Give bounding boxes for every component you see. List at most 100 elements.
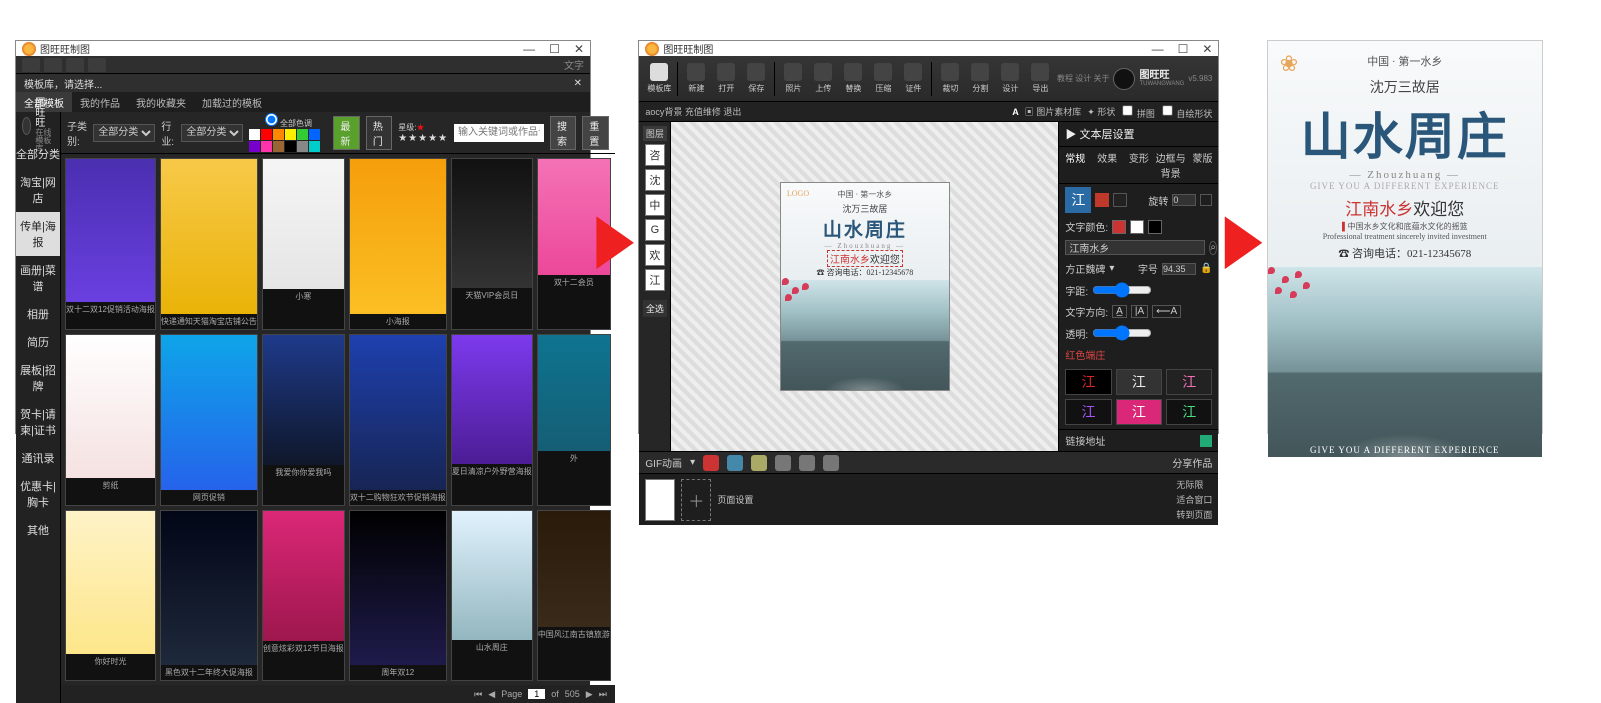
props-tab[interactable]: 边框与背景 (1155, 147, 1187, 183)
color-swatch[interactable] (249, 129, 260, 140)
ribbon-open-button[interactable]: 打开 (712, 63, 740, 94)
library-tab[interactable]: 我的作品 (72, 92, 128, 112)
pager-next-icon[interactable]: ▶ (586, 689, 593, 700)
text-value-input[interactable] (1065, 240, 1205, 255)
minimize-icon[interactable]: — (1152, 42, 1164, 56)
window2-titlebar[interactable]: 图旺旺制图 — ☐ ✕ (639, 41, 1218, 56)
ribbon-pick-button[interactable]: 分割 (966, 63, 994, 94)
lock-icon[interactable] (823, 455, 839, 471)
template-card[interactable]: 创意炫彩双12节日海报 (262, 510, 345, 682)
link-flag-icon[interactable] (1200, 435, 1212, 447)
template-card[interactable]: 山水周庄 (451, 510, 533, 682)
template-card[interactable]: 中国风江南古镇旅游 (537, 510, 611, 682)
template-card[interactable]: 剪纸 (65, 334, 156, 506)
lock-icon[interactable]: 🔒 (1200, 263, 1212, 274)
category-item[interactable]: 画册|菜谱 (16, 256, 60, 300)
template-card[interactable]: 双十二双12促销活动海报 (65, 158, 156, 330)
color-all-radio[interactable] (265, 113, 278, 126)
category-item[interactable]: 贺卡|请柬|证书 (16, 400, 60, 444)
text-preset[interactable]: 江 (1116, 399, 1162, 425)
ribbon-new-button[interactable]: 新建 (682, 63, 710, 94)
pager-last-icon[interactable]: ⏭ (599, 689, 607, 700)
ribbon-gear-button[interactable]: 导出 (1026, 63, 1054, 94)
pager-current[interactable]: 1 (528, 689, 545, 699)
maximize-icon[interactable]: ☐ (1178, 42, 1189, 56)
template-card[interactable]: 网页促销 (160, 334, 258, 506)
image-lib-button[interactable]: 图片素材库 (1036, 107, 1081, 117)
layer-item[interactable]: 咨 (645, 144, 665, 166)
props-tab[interactable]: 效果 (1091, 147, 1123, 183)
layer-item[interactable]: 江 (645, 269, 665, 291)
props-tab[interactable]: 变形 (1123, 147, 1155, 183)
toolbar-icon[interactable] (44, 58, 62, 72)
layer-item[interactable]: 欢 (645, 244, 665, 266)
close-panel-icon[interactable]: ✕ (574, 78, 582, 89)
category-item[interactable]: 全部分类 (16, 140, 60, 168)
ribbon-undo-button[interactable]: 上传 (809, 63, 837, 94)
dir-horizontal-button[interactable]: A̲ (1112, 305, 1127, 318)
lock-icon[interactable] (775, 455, 791, 471)
industry-select[interactable]: 全部分类 (181, 124, 243, 142)
category-item[interactable]: 相册 (16, 300, 60, 328)
text-color-swatch[interactable] (1130, 220, 1144, 234)
color-swatch[interactable] (273, 141, 284, 152)
library-tab[interactable]: 我的收藏夹 (128, 92, 194, 112)
template-card[interactable]: 快递通知天猫淘宝店铺公告 (160, 158, 258, 330)
size-input[interactable] (1162, 263, 1196, 275)
category-item[interactable]: 通讯录 (16, 444, 60, 472)
color-swatch[interactable] (285, 141, 296, 152)
ribbon-screen-button[interactable]: 设计 (996, 63, 1024, 94)
category-item[interactable]: 传单|海报 (16, 212, 60, 256)
color-swatch-icon[interactable] (1095, 193, 1109, 207)
close-icon[interactable]: ✕ (1202, 42, 1212, 56)
puzzle-checkbox[interactable]: 拼图 (1121, 104, 1155, 120)
toolbar-icon[interactable] (66, 58, 84, 72)
dir-vertical-button[interactable]: |A (1131, 305, 1148, 318)
lock-icon[interactable] (751, 455, 767, 471)
text-preset[interactable]: 江 (1065, 369, 1111, 395)
share-button[interactable]: 分享作品 (1172, 455, 1212, 470)
color-swatch[interactable] (285, 129, 296, 140)
search-input[interactable] (454, 124, 544, 142)
color-swatch[interactable] (309, 141, 320, 152)
color-swatch[interactable] (297, 129, 308, 140)
view-option[interactable]: 转到页面 (1176, 508, 1212, 521)
pager-first-icon[interactable]: ⏮ (474, 689, 482, 700)
template-card[interactable]: 夏日清凉户外野营海报 (451, 334, 533, 506)
delete-icon[interactable] (703, 455, 719, 471)
lock-icon[interactable] (1200, 194, 1212, 206)
ribbon-home-button[interactable]: 模板库 (645, 63, 673, 94)
text-color-swatch[interactable] (1148, 220, 1162, 234)
template-card[interactable]: 双十二购物狂欢节促销海报 (349, 334, 447, 506)
template-card[interactable]: 小海报 (349, 158, 447, 330)
color-swatch[interactable] (261, 141, 272, 152)
poster-welcome-hi[interactable]: 江南水乡 (830, 255, 870, 266)
color-swatch[interactable] (297, 141, 308, 152)
canvas[interactable]: LOGO 中国 · 第一水乡 沈万三故居 山水周庄 — Zhouzhuang —… (780, 182, 950, 391)
autoshape-checkbox[interactable]: 自绘形状 (1161, 104, 1213, 120)
props-tab[interactable]: 常规 (1059, 147, 1091, 183)
ribbon-swap-button[interactable]: 替换 (839, 63, 867, 94)
color-swatch[interactable] (249, 141, 260, 152)
maximize-icon[interactable]: ☐ (549, 42, 560, 56)
spacing-slider[interactable] (1092, 282, 1152, 298)
ribbon-photo-button[interactable]: 照片 (779, 63, 807, 94)
toolbar-icon[interactable] (88, 58, 106, 72)
color-swatch[interactable] (261, 129, 272, 140)
canvas-area[interactable]: LOGO 中国 · 第一水乡 沈万三故居 山水周庄 — Zhouzhuang —… (671, 122, 1058, 451)
layer-item[interactable]: 中 (645, 194, 665, 216)
ribbon-save-button[interactable]: 保存 (742, 63, 770, 94)
search-button[interactable]: 搜索 (550, 116, 576, 150)
select-all-button[interactable]: 全选 (643, 300, 667, 317)
color-swatch[interactable] (273, 129, 284, 140)
color-swatch-icon[interactable] (1113, 193, 1127, 207)
template-card[interactable]: 小寒 (262, 158, 345, 330)
close-icon[interactable]: ✕ (574, 42, 584, 56)
template-card[interactable]: 周年双12 (349, 510, 447, 682)
category-item[interactable]: 展板|招牌 (16, 356, 60, 400)
category-item[interactable]: 其他 (16, 516, 60, 544)
copy-icon[interactable] (727, 455, 743, 471)
view-option[interactable]: 无际限 (1176, 478, 1212, 491)
ribbon-zip-button[interactable]: 压缩 (869, 63, 897, 94)
hot-button[interactable]: 热门 (366, 116, 392, 150)
